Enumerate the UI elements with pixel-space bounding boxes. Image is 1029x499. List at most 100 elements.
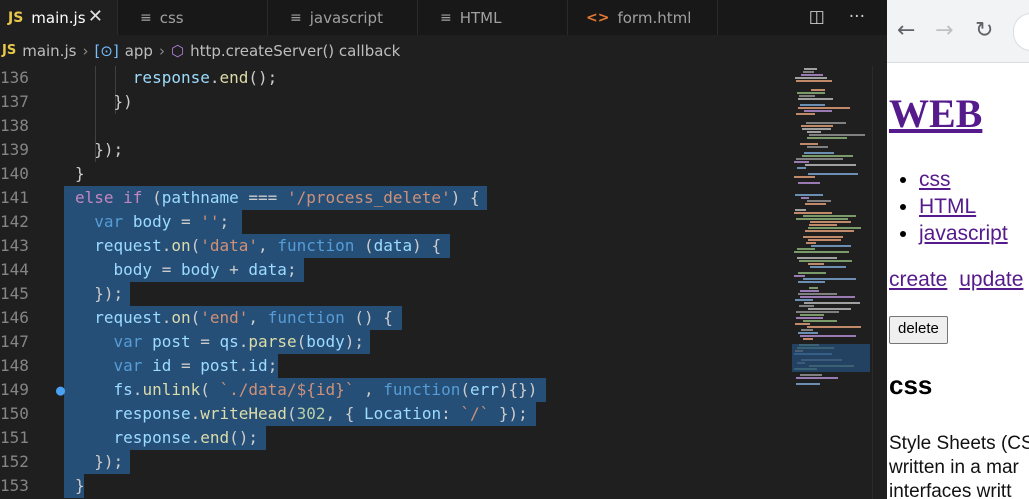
minimap-line <box>804 110 832 112</box>
code-line[interactable]: 143 request.on('data', function (data) { <box>0 234 790 258</box>
minimap-line <box>804 152 834 154</box>
code-line[interactable]: 141 else if (pathname === '/process_delet… <box>0 186 790 210</box>
line-number: 148 <box>0 356 29 375</box>
code-line[interactable]: 139 }); <box>0 138 790 162</box>
vertical-scrollbar[interactable] <box>872 66 887 499</box>
code-text: var post = qs.parse(body); <box>113 332 365 351</box>
minimap-line <box>798 272 826 274</box>
code-text: }); <box>75 452 124 471</box>
reload-icon[interactable]: ↻ <box>975 18 993 43</box>
minimap-line <box>794 275 805 277</box>
tab-main-js[interactable]: JS main.js ✕ <box>0 0 118 35</box>
code-line[interactable]: 145 }); <box>0 282 790 306</box>
address-bar[interactable] <box>1013 13 1029 51</box>
back-icon[interactable]: ← <box>897 18 915 43</box>
forward-icon[interactable]: → <box>935 18 953 43</box>
minimap-line <box>800 290 819 292</box>
minimap-line <box>810 266 846 268</box>
minimap-line <box>797 167 806 169</box>
topic-link-html[interactable]: HTML <box>919 195 976 218</box>
tab-label: main.js <box>31 8 86 27</box>
topic-link-css[interactable]: css <box>919 168 951 191</box>
tab-bar: JS main.js ✕ ≡ css ≡ javascript ≡ HTML <… <box>0 0 887 35</box>
delete-button[interactable]: delete <box>889 316 948 344</box>
code-text: else if (pathname === '/process_delete')… <box>75 188 480 207</box>
tab-label: javascript <box>309 8 383 27</box>
code-text: fs.unlink( `./data/${id}` , function(err… <box>113 380 538 399</box>
minimap-line <box>798 98 833 100</box>
minimap-line <box>802 128 831 130</box>
topic-description: Style Sheets (CS written in a mar interf… <box>889 432 1029 499</box>
js-icon: JS <box>8 9 24 26</box>
topic-link-javascript[interactable]: javascript <box>919 222 1008 245</box>
action-links: create update <box>889 268 1029 292</box>
minimap-line <box>798 182 820 184</box>
code-text: response.end(); <box>132 68 278 87</box>
line-number: 140 <box>0 164 29 183</box>
update-link[interactable]: update <box>959 268 1023 291</box>
code-area[interactable]: 136 response.end(); 137 }) 138 139 }); 140} 1… <box>0 66 790 499</box>
minimap[interactable] <box>790 66 872 499</box>
code-text: } <box>75 164 85 183</box>
split-editor-icon[interactable]: ◫ <box>809 7 825 27</box>
line-number: 146 <box>0 308 29 327</box>
list-item: javascript <box>919 220 1008 247</box>
minimap-line <box>797 257 837 259</box>
lightbulb-icon[interactable]: ● <box>56 381 65 399</box>
minimap-line <box>805 164 856 166</box>
page-title-link[interactable]: WEB <box>889 90 982 137</box>
create-link[interactable]: create <box>889 268 947 291</box>
code-line[interactable]: 150 response.writeHead(302, { Location: … <box>0 402 790 426</box>
breadcrumb-symbol[interactable]: http.createServer() callback <box>190 42 400 60</box>
code-line[interactable]: 147 var post = qs.parse(body); <box>0 330 790 354</box>
code-line[interactable]: 138 <box>0 114 790 138</box>
line-number: 145 <box>0 284 29 303</box>
html-icon: <> <box>586 9 610 26</box>
code-text: var id = post.id; <box>113 356 278 375</box>
code-line[interactable]: 136 response.end(); <box>0 66 790 90</box>
list-item: HTML <box>919 193 1008 220</box>
tab-form-html[interactable]: <> form.html <box>568 0 718 35</box>
minimap-line <box>808 227 861 229</box>
code-line[interactable]: 151 response.end(); <box>0 426 790 450</box>
breadcrumb-file[interactable]: main.js <box>22 42 76 60</box>
description-line: interfaces writt <box>889 481 1012 499</box>
minimap-line <box>794 161 809 163</box>
minimap-line <box>802 155 853 157</box>
code-line[interactable]: 142 var body = ''; <box>0 210 790 234</box>
variable-icon: [⊙] <box>94 41 119 60</box>
line-number: 142 <box>0 212 29 231</box>
tab-label: css <box>159 8 184 27</box>
code-text: request.on('data', function (data) { <box>94 236 442 255</box>
code-line[interactable]: 148 var id = post.id; <box>0 354 790 378</box>
minimap-line <box>807 326 861 328</box>
minimap-line <box>803 236 843 238</box>
minimap-line <box>796 113 815 115</box>
minimap-line <box>796 158 843 160</box>
line-number: 147 <box>0 332 29 351</box>
tab-html[interactable]: ≡ HTML <box>418 0 568 35</box>
minimap-line <box>795 323 810 325</box>
breadcrumb-scope[interactable]: app <box>125 42 153 60</box>
code-line[interactable]: 153} <box>0 474 790 498</box>
minimap-viewport[interactable] <box>792 344 870 372</box>
minimap-line <box>795 299 813 301</box>
list-item: css <box>919 166 1008 193</box>
line-number: 153 <box>0 476 29 495</box>
code-line[interactable]: 144 body = body + data; <box>0 258 790 282</box>
tab-javascript[interactable]: ≡ javascript <box>268 0 418 35</box>
minimap-line <box>807 137 847 139</box>
code-line[interactable]: 149 fs.unlink( `./data/${id}` , function… <box>0 378 790 402</box>
more-actions-icon[interactable]: ··· <box>849 7 865 27</box>
code-line[interactable]: 146 request.on('end', function () { <box>0 306 790 330</box>
minimap-line <box>794 251 849 253</box>
minimap-line <box>801 329 813 331</box>
tab-css[interactable]: ≡ css <box>118 0 268 35</box>
minimap-line <box>796 218 848 220</box>
close-icon[interactable]: ✕ <box>88 6 103 27</box>
code-line[interactable]: 140} <box>0 162 790 186</box>
code-line[interactable]: 152 }); <box>0 450 790 474</box>
code-line[interactable]: 137 }) <box>0 90 790 114</box>
minimap-line <box>811 89 825 91</box>
minimap-line <box>807 131 821 133</box>
